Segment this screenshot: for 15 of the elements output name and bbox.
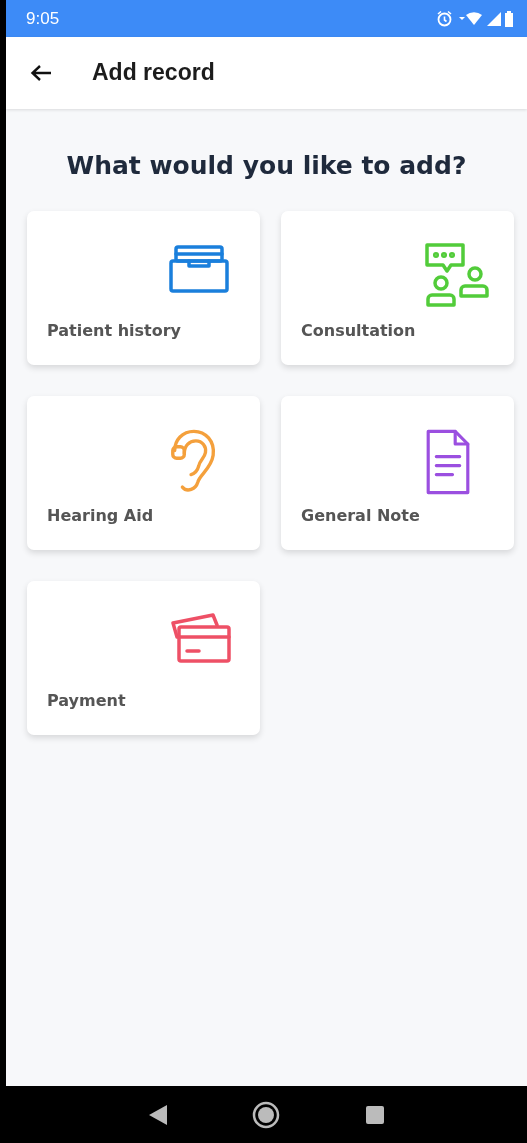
record-type-card[interactable]: Patient history: [27, 210, 260, 365]
recents-nav-icon[interactable]: [366, 1105, 385, 1124]
screen-title: Add record: [92, 59, 215, 87]
record-type-card[interactable]: Payment: [27, 580, 260, 735]
back-nav-icon[interactable]: [148, 1104, 167, 1125]
record-type-card[interactable]: General Note: [281, 395, 514, 550]
page-heading: What would you like to add?: [65, 150, 468, 182]
wifi-icon: [457, 11, 483, 26]
signal-icon: [487, 11, 501, 26]
home-nav-icon[interactable]: [252, 1100, 281, 1129]
record-type-card[interactable]: Hearing Aid: [27, 395, 260, 550]
status-time: 9:05: [26, 7, 60, 30]
record-type-card[interactable]: Consultation: [281, 210, 514, 365]
alarm-icon: [436, 10, 453, 27]
battery-icon: [505, 10, 513, 27]
